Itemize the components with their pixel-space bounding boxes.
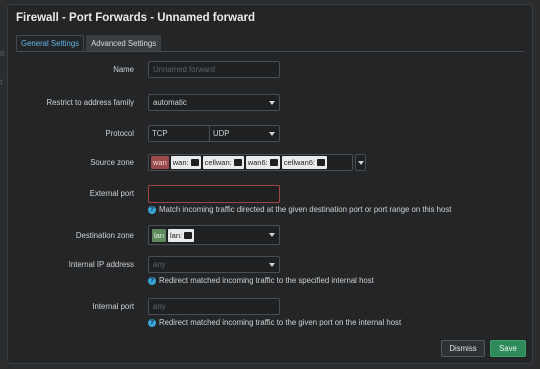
network-port-icon — [190, 159, 199, 166]
interface-label: lan: — [170, 230, 183, 240]
interface-chip-wan6: wan6: — [245, 156, 280, 169]
internal-port-input[interactable]: any — [148, 298, 280, 315]
internal-port-help-text: Redirect matched incoming traffic to the… — [159, 318, 402, 327]
name-placeholder: Unnamed forward — [153, 65, 215, 74]
interface-chip-cellwan6: cellwan6: — [281, 156, 328, 169]
source-zone-dropdown-button[interactable] — [355, 154, 366, 171]
interface-label: cellwan: — [204, 158, 232, 167]
chevron-down-icon — [358, 161, 364, 165]
tab-general-settings[interactable]: General Settings — [16, 35, 85, 51]
network-port-icon — [233, 159, 242, 166]
zone-badge-wan: wan — [151, 156, 169, 169]
destination-zone-label: Destination zone — [75, 231, 134, 240]
zone-badge-lan: lan — [152, 228, 167, 242]
internal-ip-label: Internal IP address — [68, 260, 134, 269]
tab-advanced-settings[interactable]: Advanced Settings — [86, 35, 162, 51]
help-icon: ? — [148, 276, 156, 285]
dismiss-button[interactable]: Dismiss — [441, 340, 485, 357]
network-port-icon — [184, 231, 193, 239]
chevron-down-icon — [269, 233, 275, 237]
name-label: Name — [113, 65, 134, 74]
tab-bar: General Settings Advanced Settings — [16, 35, 163, 52]
help-icon: ? — [148, 205, 156, 214]
internal-ip-select[interactable]: any — [148, 256, 280, 273]
protocol-divider — [209, 126, 210, 141]
network-port-icon — [269, 159, 278, 166]
chevron-down-icon — [269, 101, 275, 105]
help-icon: ? — [148, 318, 156, 327]
backdrop-glyph: e — [0, 48, 6, 58]
source-zone-label: Source zone — [90, 158, 134, 167]
protocol-value-tcp: TCP — [152, 129, 168, 138]
network-port-icon — [317, 159, 326, 166]
external-port-help-text: Match incoming traffic directed at the g… — [159, 205, 452, 214]
internal-port-label: Internal port — [92, 302, 134, 311]
protocol-label: Protocol — [105, 129, 134, 138]
protocol-select[interactable]: TCP UDP — [148, 125, 280, 142]
external-port-input[interactable] — [148, 185, 280, 203]
dialog-title: Firewall - Port Forwards - Unnamed forwa… — [16, 12, 255, 24]
family-label: Restrict to address family — [46, 98, 134, 107]
interface-chip-lan: lan: — [168, 228, 195, 242]
external-port-help: ? Match incoming traffic directed at the… — [148, 205, 451, 214]
port-forward-dialog: Firewall - Port Forwards - Unnamed forwa… — [7, 4, 533, 364]
internal-ip-placeholder: any — [153, 260, 166, 269]
internal-port-help: ? Redirect matched incoming traffic to t… — [148, 318, 401, 327]
internal-port-placeholder: any — [153, 302, 166, 311]
interface-label: wan: — [172, 158, 189, 167]
interface-chip-cellwan: cellwan: — [202, 156, 244, 169]
external-port-label: External port — [89, 189, 134, 198]
interface-label: cellwan6: — [283, 158, 316, 167]
chevron-down-icon — [269, 263, 275, 267]
interface-label: wan6: — [247, 158, 268, 167]
source-zone-select[interactable]: wan wan: cellwan: wan6: cellwan6: — [148, 154, 353, 171]
tab-divider — [16, 51, 524, 52]
family-value: automatic — [153, 98, 187, 107]
destination-zone-select[interactable]: lan lan: — [148, 225, 280, 245]
backdrop-glyph: t — [0, 77, 3, 87]
interface-chip-wan: wan: — [170, 156, 201, 169]
name-input[interactable]: Unnamed forward — [148, 61, 280, 78]
protocol-value-udp: UDP — [213, 129, 230, 138]
internal-ip-help-text: Redirect matched incoming traffic to the… — [159, 276, 374, 285]
save-button[interactable]: Save — [490, 340, 526, 357]
internal-ip-help: ? Redirect matched incoming traffic to t… — [148, 276, 374, 285]
family-select[interactable]: automatic — [148, 94, 280, 111]
chevron-down-icon — [269, 132, 275, 136]
